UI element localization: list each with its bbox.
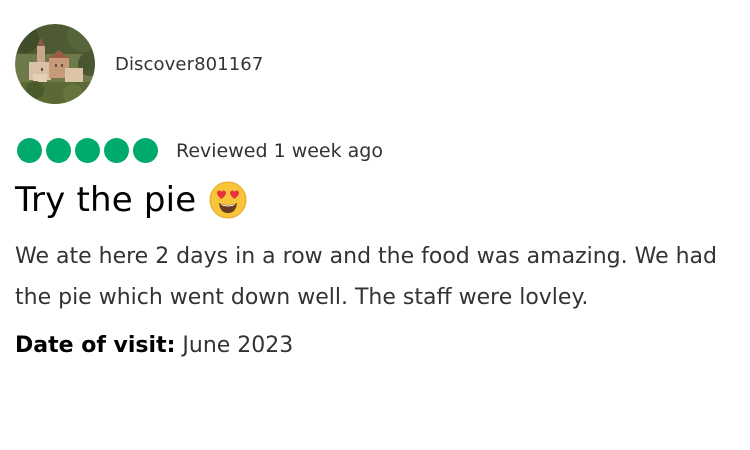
reviewer-profile-link[interactable]: Discover801167 [15, 24, 263, 104]
rating-bubbles [17, 138, 162, 163]
rating-row: Reviewed 1 week ago [17, 138, 383, 163]
review-card: Discover801167 Reviewed 1 week ago Try t… [0, 0, 750, 450]
review-date: Reviewed 1 week ago [176, 139, 383, 162]
rating-bubble [133, 138, 158, 163]
review-title-link[interactable]: Try the pie [15, 180, 248, 220]
review-title[interactable]: Try the pie [15, 183, 196, 217]
rating-bubble [17, 138, 42, 163]
rating-bubble [46, 138, 71, 163]
date-of-visit-label: Date of visit: [15, 333, 176, 358]
heart-eyes-emoji-icon [209, 181, 247, 219]
avatar[interactable] [15, 24, 95, 104]
date-of-visit: Date of visit: June 2023 [15, 333, 293, 358]
rating-bubble [104, 138, 129, 163]
date-of-visit-value: June 2023 [182, 333, 294, 358]
reviewer-username[interactable]: Discover801167 [115, 54, 263, 75]
rating-bubble [75, 138, 100, 163]
review-body: We ate here 2 days in a row and the food… [15, 244, 718, 310]
